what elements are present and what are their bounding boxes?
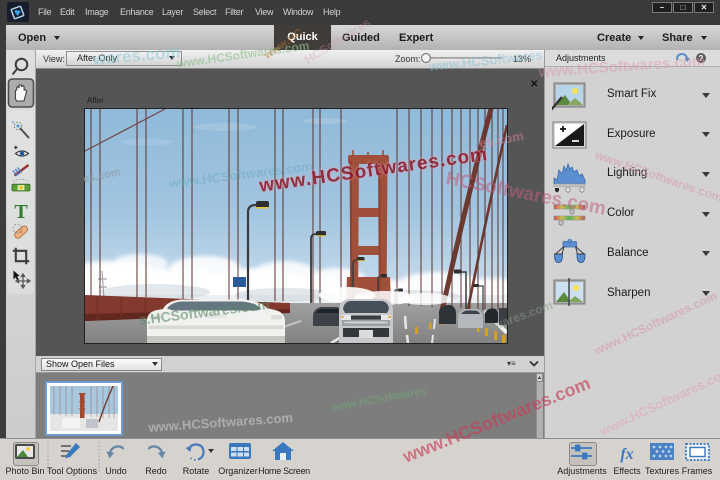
svg-text:T: T <box>14 201 28 223</box>
svg-text:fx: fx <box>620 446 633 463</box>
